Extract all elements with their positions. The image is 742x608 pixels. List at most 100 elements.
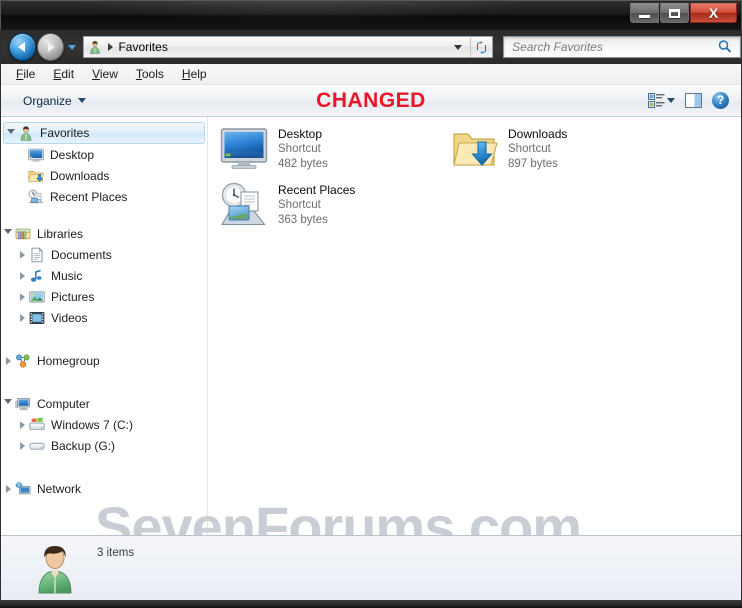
menu-help-accel: H — [181, 67, 191, 81]
file-item-recent-places[interactable]: Recent Places Shortcut 363 bytes — [220, 181, 435, 229]
sidebar-item-favorites[interactable]: Favorites — [3, 122, 205, 144]
change-view-icon — [648, 93, 665, 108]
item-count-label: 3 items — [97, 547, 135, 559]
refresh-button[interactable] — [469, 36, 494, 58]
sidebar-computer-label: Computer — [37, 396, 90, 411]
triangle-right-icon — [19, 292, 25, 301]
file-size: 363 bytes — [278, 214, 328, 226]
navigation-pane: Favorites Desktop Downloads Recent Place… — [1, 117, 208, 535]
sidebar-item-network[interactable]: Network — [1, 478, 207, 499]
breadcrumb-chevron-down-icon[interactable] — [453, 44, 462, 50]
command-bar-right-group: ? — [648, 92, 729, 109]
forward-arrow-icon — [48, 42, 56, 52]
file-name: Downloads — [508, 127, 568, 141]
file-text-recent-places: Recent Places Shortcut 363 bytes — [278, 181, 355, 229]
maximize-button[interactable] — [660, 3, 689, 23]
minimize-icon — [639, 14, 650, 18]
backupg-expander[interactable] — [15, 441, 29, 450]
favorites-expander[interactable] — [4, 128, 18, 138]
sidebar-item-libraries[interactable]: Libraries — [1, 223, 207, 244]
sidebar-gap-4 — [1, 456, 207, 478]
chevron-down-icon — [77, 98, 86, 103]
triangle-down-icon — [4, 229, 12, 238]
sidebar-item-videos[interactable]: Videos — [1, 307, 207, 328]
menu-view[interactable]: View — [83, 64, 127, 84]
sidebar-desktop-label: Desktop — [50, 147, 95, 162]
explorer-window: X Favorites Search Favorites File Edit V… — [0, 0, 742, 608]
recent-places-icon — [220, 181, 268, 229]
sidebar-windows7c-label: Windows 7 (C:) — [51, 417, 134, 432]
back-arrow-icon — [18, 42, 26, 52]
sidebar-item-documents[interactable]: Documents — [1, 244, 207, 265]
recent-pages-chevron-down-icon[interactable] — [68, 44, 77, 50]
sidebar-libraries-label: Libraries — [37, 226, 84, 241]
sidebar-item-windows-7-c[interactable]: Windows 7 (C:) — [1, 414, 207, 435]
homegroup-expander[interactable] — [1, 356, 15, 365]
menu-file-rest: ile — [23, 67, 36, 81]
menu-view-rest: iew — [99, 67, 118, 81]
search-icon — [715, 36, 737, 58]
network-expander[interactable] — [1, 484, 15, 493]
sidebar-music-label: Music — [51, 268, 83, 283]
sidebar-item-pictures[interactable]: Pictures — [1, 286, 207, 307]
preview-pane-icon[interactable] — [685, 93, 702, 108]
sidebar-item-computer[interactable]: Computer — [1, 393, 207, 414]
file-name: Recent Places — [278, 183, 356, 197]
file-type: Shortcut — [508, 143, 551, 155]
menu-edit[interactable]: Edit — [44, 64, 83, 84]
file-text-desktop: Desktop Shortcut 482 bytes — [278, 125, 328, 173]
breadcrumb[interactable]: Favorites — [83, 36, 470, 58]
view-chevron-down-icon — [667, 98, 675, 103]
windows7c-expander[interactable] — [15, 420, 29, 429]
sidebar-item-recent-places[interactable]: Recent Places — [1, 186, 207, 207]
documents-expander[interactable] — [15, 250, 29, 259]
downloads-folder-icon — [450, 125, 498, 173]
sidebar-item-music[interactable]: Music — [1, 265, 207, 286]
sidebar-homegroup-label: Homegroup — [37, 353, 100, 368]
triangle-right-icon — [19, 271, 25, 280]
desktop-monitor-icon — [28, 147, 44, 163]
triangle-right-icon — [19, 250, 25, 259]
recent-places-icon — [28, 189, 44, 205]
file-list-pane[interactable]: Desktop Shortcut 482 bytes Downloads Sho… — [208, 117, 741, 535]
sidebar-favorites-label: Favorites — [40, 126, 90, 140]
computer-expander[interactable] — [1, 399, 15, 408]
search-box[interactable] — [503, 36, 742, 58]
menu-tools-rest: ools — [141, 67, 164, 81]
triangle-right-icon — [19, 441, 25, 450]
sidebar-item-downloads[interactable]: Downloads — [1, 165, 207, 186]
file-item-downloads[interactable]: Downloads Shortcut 897 bytes — [450, 125, 665, 173]
forward-button[interactable] — [37, 33, 65, 61]
help-icon[interactable]: ? — [712, 92, 729, 109]
sidebar-item-backup-g[interactable]: Backup (G:) — [1, 435, 207, 456]
file-size: 482 bytes — [278, 158, 328, 170]
triangle-right-icon — [19, 420, 25, 429]
close-button[interactable]: X — [690, 3, 737, 23]
sidebar-item-desktop[interactable]: Desktop — [1, 144, 207, 165]
sidebar-backupg-label: Backup (G:) — [51, 438, 116, 453]
file-text-downloads: Downloads Shortcut 897 bytes — [508, 125, 567, 173]
minimize-button[interactable] — [630, 3, 659, 23]
system-drive-icon — [29, 416, 45, 433]
menu-tools[interactable]: Tools — [127, 64, 173, 84]
organize-button[interactable]: Organize — [17, 91, 92, 111]
pictures-expander[interactable] — [15, 292, 29, 301]
change-view-button[interactable] — [648, 93, 675, 108]
downloads-folder-icon — [28, 168, 44, 184]
user-account-avatar — [31, 542, 79, 594]
back-button[interactable] — [9, 33, 37, 61]
triangle-down-icon — [4, 399, 12, 408]
triangle-right-icon — [5, 356, 11, 365]
menu-file[interactable]: File — [7, 64, 44, 84]
menu-help[interactable]: Help — [173, 64, 216, 84]
file-item-desktop[interactable]: Desktop Shortcut 482 bytes — [220, 125, 435, 173]
search-input[interactable] — [510, 39, 715, 55]
sidebar-videos-label: Videos — [51, 310, 88, 325]
sidebar-item-homegroup[interactable]: Homegroup — [1, 350, 207, 371]
libraries-expander[interactable] — [1, 229, 15, 238]
videos-expander[interactable] — [15, 313, 29, 322]
changed-banner-text: CHANGED — [316, 88, 426, 112]
breadcrumb-path-label: Favorites — [118, 40, 168, 54]
music-expander[interactable] — [15, 271, 29, 280]
refresh-icon — [476, 40, 486, 54]
